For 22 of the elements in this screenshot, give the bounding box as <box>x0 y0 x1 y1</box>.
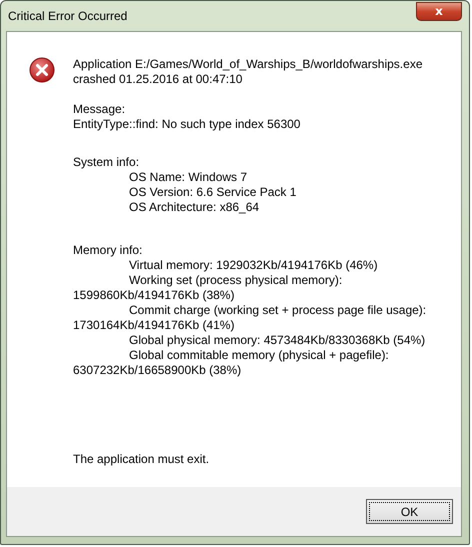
message-text: Global commitable memory (physical + pagefile): <box>129 348 389 363</box>
message-text: OS Name: Windows 7 <box>129 170 248 185</box>
message-text: Application E:/Games/World_of_Warships_B/worldofwarships.exe <box>73 57 422 72</box>
message-text: 1730164Kb/4194176Kb (41%) <box>73 318 234 333</box>
message-text: OS Architecture: x86_64 <box>129 200 260 215</box>
message-text: Virtual memory: 1929032Kb/4194176Kb (46%) <box>129 258 378 273</box>
message-text: 6307232Kb/16658900Kb (38%) <box>73 363 242 378</box>
message-text: The application must exit. <box>73 452 210 467</box>
close-button[interactable]: x <box>416 2 462 21</box>
message-text: EntityType::find: No such type index 56300 <box>73 117 300 132</box>
message-text: Commit charge (working set + process page file usage): <box>129 303 426 318</box>
window-title: Critical Error Occurred <box>8 9 128 23</box>
message-text: Memory info: <box>73 243 142 258</box>
message-text: crashed 01.25.2016 at 00:47:10 <box>73 72 242 87</box>
message-text: System info: <box>73 155 140 170</box>
message-text: Global physical memory: 4573484Kb/8330368Kb (54%) <box>129 333 426 348</box>
error-icon <box>29 57 55 83</box>
message-text: Working set (process physical memory): <box>129 273 342 288</box>
ok-button[interactable]: OK <box>366 499 453 524</box>
message-text: OS Version: 6.6 Service Pack 1 <box>129 185 296 200</box>
message-text: 1599860Kb/4194176Kb (38%) <box>73 288 234 303</box>
message-text: Message: <box>73 102 126 117</box>
